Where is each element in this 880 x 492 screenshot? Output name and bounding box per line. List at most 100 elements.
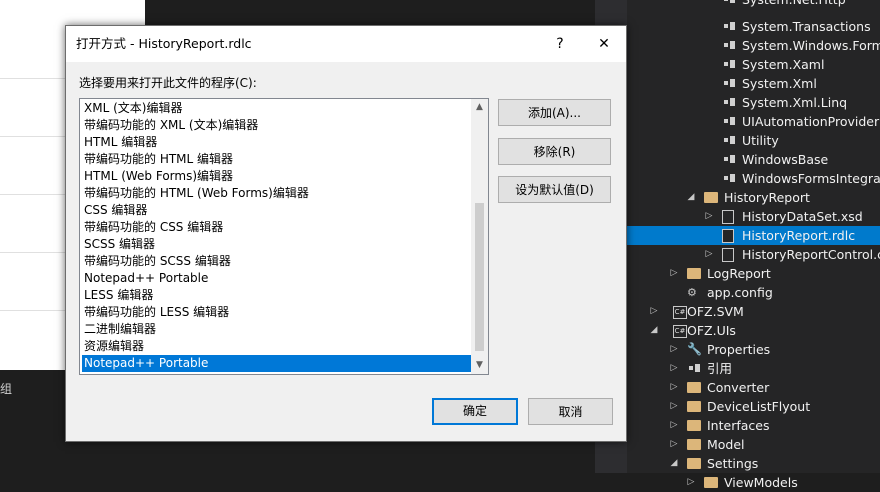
tree-node[interactable]: ▷ HistoryReportControl.cs [627,245,880,264]
collapsed-arrow-icon[interactable]: ▷ [669,378,679,397]
program-list[interactable]: Notepad++ Portable 资源编辑器 二进制编辑器 带编码功能的 LESS… [79,98,489,375]
help-button[interactable]: ? [538,26,582,62]
scroll-up-icon[interactable]: ▲ [471,99,488,116]
tree-node-label: LogReport [707,266,771,281]
tree-node[interactable]: ▷ 引用 [627,359,880,378]
ok-button[interactable]: 确定 [432,398,518,425]
tree-node-label: HistoryReport.rdlc [742,228,856,243]
tree-node-label: System.Windows.Forms [742,38,880,53]
tree-node[interactable]: System.Xml.Linq [627,93,880,112]
tree-node[interactable]: System.Transactions [627,17,880,36]
tree-node[interactable]: WindowsBase [627,150,880,169]
tree-node[interactable]: ◢ C# OFZ.UIs [627,321,880,340]
cancel-button[interactable]: 取消 [528,398,613,425]
tree-node[interactable]: System.Xml [627,74,880,93]
program-list-item[interactable]: SCSS 编辑器 [82,236,471,253]
program-list-label: 选择要用来打开此文件的程序(C): [79,76,257,90]
collapsed-arrow-icon[interactable]: ▷ [669,435,679,454]
file-icon [722,248,734,262]
folder-icon [687,401,701,412]
collapsed-arrow-icon[interactable]: ▷ [669,264,679,283]
program-list-item[interactable]: XML (文本)编辑器 [82,100,471,117]
program-list-item[interactable]: 带编码功能的 SCSS 编辑器 [82,253,471,270]
wrench-icon: 🔧 [687,342,702,356]
list-scrollbar[interactable]: ▲ ▼ [471,99,488,374]
tree-node[interactable]: UIAutomationProvider [627,112,880,131]
tree-node[interactable]: ◢ Settings [627,454,880,473]
add-button[interactable]: 添加(A)... [498,99,611,126]
collapsed-arrow-icon[interactable]: ▷ [704,245,714,264]
tree-node[interactable]: System.Windows.Forms [627,36,880,55]
tree-node[interactable]: ◢ HistoryReport [627,188,880,207]
tree-node[interactable]: WindowsFormsIntegration [627,169,880,188]
program-list-item[interactable]: CSS 编辑器 [82,202,471,219]
close-button[interactable]: ✕ [582,26,626,62]
tree-node-label: OFZ.SVM [687,304,744,319]
tree-node[interactable]: ▷ 🔧 Properties [627,340,880,359]
reference-icon [722,114,736,128]
collapsed-arrow-icon[interactable]: ▷ [669,340,679,359]
folder-icon [687,382,701,393]
program-list-item[interactable]: Notepad++ Portable [82,355,471,372]
program-list-item[interactable]: HTML 编辑器 [82,134,471,151]
tree-node[interactable]: ▷ HistoryDataSet.xsd [627,207,880,226]
tree-node-label: Properties [707,342,771,357]
tree-node-label: WindowsFormsIntegration [742,171,880,186]
program-list-item[interactable]: 带编码功能的 HTML 编辑器 [82,151,471,168]
tree-node[interactable]: HistoryReport.rdlc [627,226,880,245]
tree-node[interactable]: ▷ Model [627,435,880,454]
folder-icon [687,268,701,279]
tree-node-label: Utility [742,133,779,148]
csharp-project-icon: C# [673,306,687,319]
program-list-item[interactable]: 带编码功能的 HTML (Web Forms)编辑器 [82,185,471,202]
expanded-arrow-icon[interactable]: ◢ [686,188,696,207]
reference-icon [722,133,736,147]
program-list-item[interactable]: 资源编辑器 [82,338,471,355]
folder-icon [687,420,701,431]
program-list-item[interactable]: Notepad++ Portable [82,270,471,287]
reference-icon [722,0,736,6]
program-list-item[interactable]: 二进制编辑器 [82,321,471,338]
collapsed-arrow-icon[interactable]: ▷ [649,302,659,321]
tree-node[interactable]: ▷ Converter [627,378,880,397]
tree-node[interactable]: Utility [627,131,880,150]
tree-node-label: 引用 [707,361,733,376]
program-list-item[interactable]: 带编码功能的 XML (文本)编辑器 [82,117,471,134]
collapsed-arrow-icon[interactable]: ▷ [704,207,714,226]
tree-node[interactable]: ▷ ViewModels [627,473,880,492]
remove-button[interactable]: 移除(R) [498,138,611,165]
program-list-item[interactable]: 带编码功能的 LESS 编辑器 [82,304,471,321]
reference-icon [722,57,736,71]
reference-icon [687,361,701,375]
tree-node[interactable]: ▷ Interfaces [627,416,880,435]
collapsed-arrow-icon[interactable]: ▷ [669,416,679,435]
tree-node-label: OFZ.UIs [687,323,736,338]
expanded-arrow-icon[interactable]: ◢ [649,321,659,340]
solution-explorer: System.Net.Http System.Transactions System… [627,0,880,490]
collapsed-arrow-icon[interactable]: ▷ [669,359,679,378]
tree-node[interactable]: ▷ LogReport [627,264,880,283]
tree-node-label: System.Net.Http [742,0,846,9]
program-list-item[interactable]: LESS 编辑器 [82,287,471,304]
expanded-arrow-icon[interactable]: ◢ [669,454,679,473]
tree-node-label: Model [707,437,745,452]
scroll-down-icon[interactable]: ▼ [471,357,488,374]
tree-node[interactable]: System.Net.Http [627,0,880,9]
tree-node[interactable]: ▷ C# OFZ.SVM [627,302,880,321]
tree-node[interactable]: ▷ DeviceListFlyout [627,397,880,416]
collapsed-arrow-icon[interactable]: ▷ [669,397,679,416]
folder-icon [704,477,718,488]
set-default-button[interactable]: 设为默认值(D) [498,176,611,203]
tree-node-label: System.Xml [742,76,817,91]
scroll-thumb[interactable] [475,203,484,351]
program-list-item[interactable]: 带编码功能的 CSS 编辑器 [82,219,471,236]
tree-node[interactable]: System.Xaml [627,55,880,74]
program-list-item[interactable]: HTML (Web Forms)编辑器 [82,168,471,185]
dialog-titlebar[interactable]: 打开方式 - HistoryReport.rdlc ? ✕ [66,26,626,62]
reference-icon [722,19,736,33]
tree-node[interactable]: ⚙ app.config [627,283,880,302]
collapsed-arrow-icon[interactable]: ▷ [686,473,696,492]
file-icon [722,229,734,243]
tree-node-label: HistoryReport [724,190,810,205]
folder-icon [687,458,701,469]
